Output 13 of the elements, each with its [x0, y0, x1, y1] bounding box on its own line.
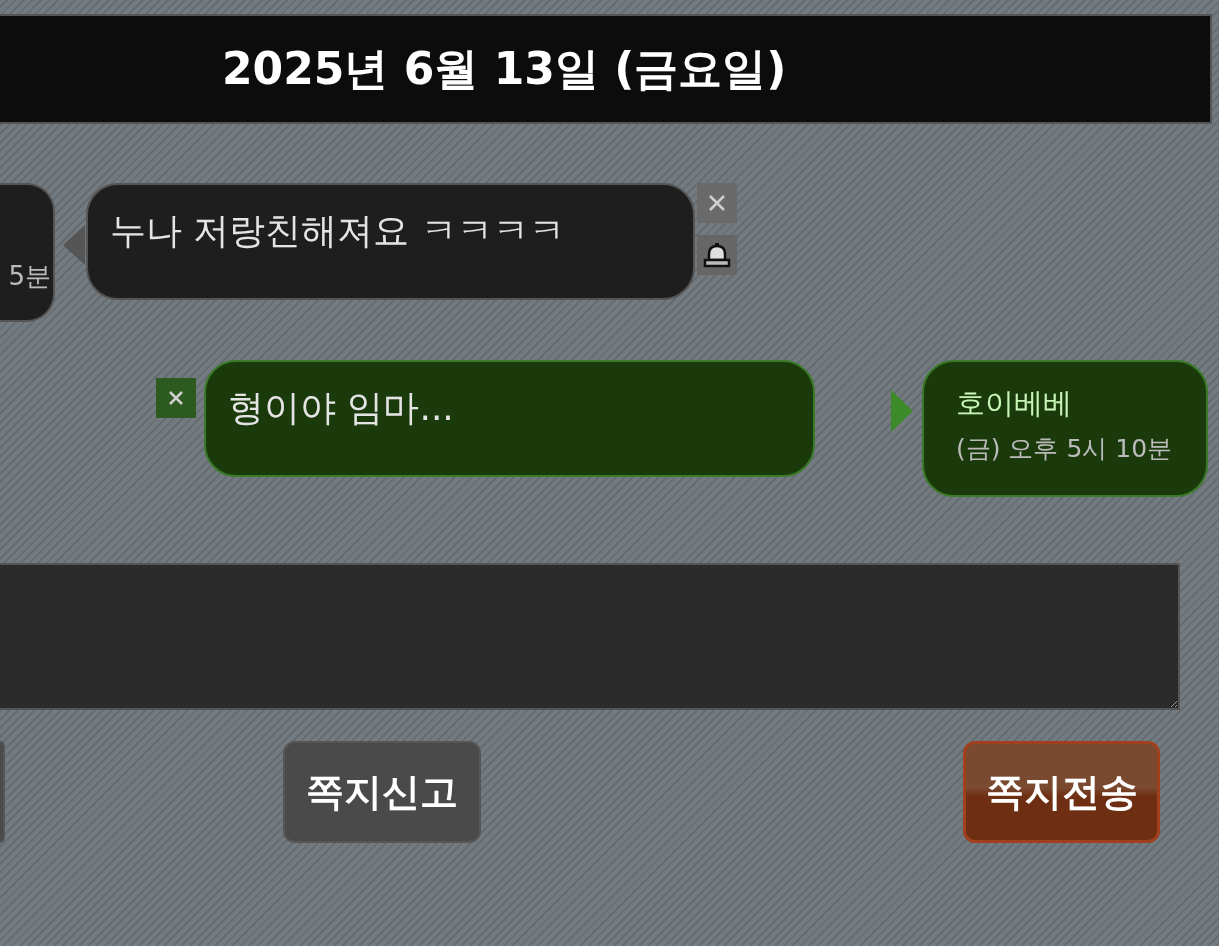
message-input[interactable] [0, 563, 1180, 710]
close-icon[interactable] [156, 378, 196, 418]
message-text: 형이야 임마... [228, 387, 454, 428]
sender-name: 호이베베 [956, 385, 1073, 422]
date-header: 2025년 6월 13일 (금요일) [222, 41, 787, 96]
send-button[interactable]: 쪽지전송 [963, 741, 1160, 843]
bell-icon[interactable] [697, 235, 737, 275]
close-icon[interactable] [697, 183, 737, 223]
message-text: 누나 저랑친해져요 ㅋㅋㅋㅋ [110, 210, 565, 251]
message-time: 5분 [8, 260, 51, 293]
bubble-pointer [891, 390, 913, 432]
report-button[interactable]: 쪽지신고 [283, 741, 481, 843]
message-time: (금) 오후 5시 10분 [956, 433, 1174, 465]
